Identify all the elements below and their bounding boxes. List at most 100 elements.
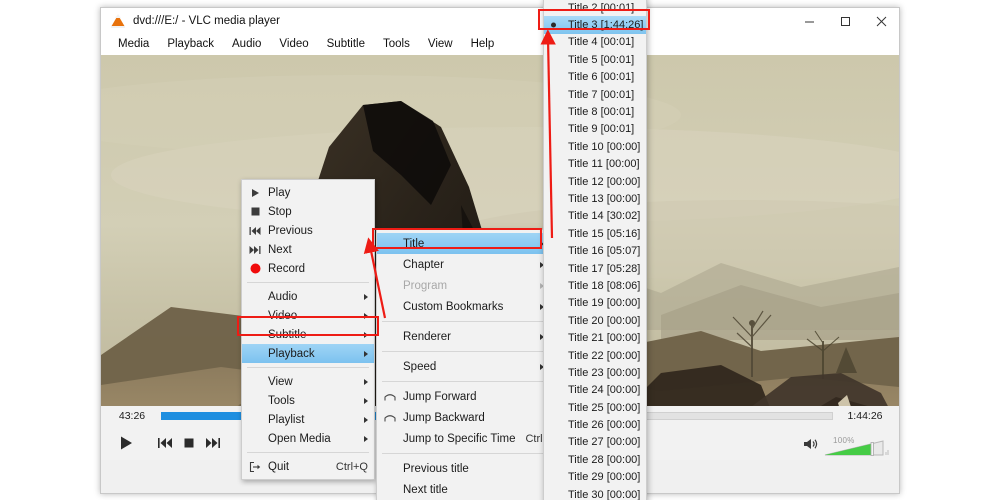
title-list-item-selected[interactable]: Title 3 [1:44:26] [544,16,646,34]
context-menu-item-playlist[interactable]: Playlist [242,410,374,429]
context-menu-item-record[interactable]: Record [242,259,374,278]
title-list-item[interactable]: Title 28 [00:00] [544,451,646,468]
title-list-item[interactable]: Title 26 [00:00] [544,416,646,433]
title-list-item[interactable]: Title 9 [00:01] [544,121,646,138]
title-list-item[interactable]: Title 14 [30:02] [544,208,646,225]
context-menu-item-play[interactable]: Play [242,183,374,202]
title-list-item[interactable]: Title 4 [00:01] [544,34,646,51]
playback-submenu-label: Custom Bookmarks [403,300,504,313]
title-list-item[interactable]: Title 30 [00:00] [544,486,646,500]
title-list-label: Title 15 [05:16] [568,227,641,240]
title-list-item[interactable]: Title 10 [00:00] [544,138,646,155]
title-list-item[interactable]: Title 11 [00:00] [544,156,646,173]
title-list-label: Title 30 [00:00] [568,488,641,500]
title-list-label: Title 24 [00:00] [568,384,641,397]
elapsed-time-label[interactable]: 43:26 [109,410,155,422]
context-menu-label: Video [268,309,298,322]
playback-submenu-item-jump-backward[interactable]: Jump Backward [377,407,550,428]
title-list-item[interactable]: Title 12 [00:00] [544,173,646,190]
title-list-item[interactable]: Title 8 [00:01] [544,103,646,120]
playback-submenu-item-jump-to-time[interactable]: Jump to Specific Time Ctrl+T [377,428,556,449]
title-list-label: Title 20 [00:00] [568,314,641,327]
menu-audio[interactable]: Audio [223,36,270,52]
title-list-label: Title 2 [00:01] [568,1,635,14]
title-list-item[interactable]: Title 27 [00:00] [544,434,646,451]
menu-subtitle[interactable]: Subtitle [318,36,374,52]
context-menu-item-previous[interactable]: Previous [242,221,374,240]
total-time-label[interactable]: 1:44:26 [839,410,891,422]
video-context-menu[interactable]: Play Stop Previous Next Record Audio Vid… [241,179,375,480]
play-button[interactable] [110,430,142,456]
menu-media[interactable]: Media [109,36,158,52]
radio-selected-icon [551,22,556,28]
title-list-item[interactable]: Title 7 [00:01] [544,86,646,103]
context-menu-item-next[interactable]: Next [242,240,374,259]
title-list-item[interactable]: Title 15 [05:16] [544,225,646,242]
maximize-button[interactable] [827,8,863,34]
title-list-item[interactable]: Title 5 [00:01] [544,51,646,68]
stop-button[interactable] [178,432,200,454]
speaker-icon[interactable] [803,437,819,456]
title-bar: dvd:///E:/ - VLC media player [101,8,899,34]
context-menu-item-view[interactable]: View [242,372,374,391]
volume-slider[interactable]: 100% [823,436,889,457]
title-list-item[interactable]: Title 24 [00:00] [544,382,646,399]
context-menu-item-quit[interactable]: Quit Ctrl+Q [242,457,374,476]
title-list-label: Title 16 [05:07] [568,245,641,258]
title-list-item[interactable]: Title 17 [05:28] [544,260,646,277]
context-menu-item-audio[interactable]: Audio [242,287,374,306]
playback-submenu-item-custom-bookmarks[interactable]: Custom Bookmarks [377,296,550,317]
playback-submenu[interactable]: Title Chapter Program Custom Bookmarks R… [376,229,556,500]
close-button[interactable] [863,8,899,34]
title-list-item[interactable]: Title 13 [00:00] [544,190,646,207]
minimize-button[interactable] [791,8,827,34]
title-list-item[interactable]: Title 20 [00:00] [544,312,646,329]
playback-submenu-item-title[interactable]: Title [377,233,550,254]
context-menu-item-playback[interactable]: Playback [242,344,374,363]
previous-button[interactable] [154,432,176,454]
title-list-item[interactable]: Title 25 [00:00] [544,399,646,416]
playback-submenu-item-next-title[interactable]: Next title [377,479,550,500]
title-list-item-clipped[interactable]: Title 2 [00:01] [544,0,646,16]
jump-forward-icon [382,389,398,405]
title-list-label: Title 28 [00:00] [568,453,641,466]
playback-submenu-item-renderer[interactable]: Renderer [377,326,550,347]
title-list-item[interactable]: Title 23 [00:00] [544,364,646,381]
volume-control[interactable]: 100% [803,436,889,457]
context-menu-item-tools[interactable]: Tools [242,391,374,410]
next-button[interactable] [202,432,224,454]
title-list-item[interactable]: Title 6 [00:01] [544,69,646,86]
title-list-item[interactable]: Title 18 [08:06] [544,277,646,294]
title-list-item[interactable]: Title 19 [00:00] [544,295,646,312]
playback-submenu-label: Renderer [403,330,451,343]
context-menu-item-subtitle[interactable]: Subtitle [242,325,374,344]
title-list-submenu[interactable]: Title 2 [00:01] Title 3 [1:44:26] Title … [543,0,647,500]
context-menu-item-stop[interactable]: Stop [242,202,374,221]
title-list-item[interactable]: Title 16 [05:07] [544,242,646,259]
title-list-item[interactable]: Title 21 [00:00] [544,329,646,346]
context-menu-item-video[interactable]: Video [242,306,374,325]
context-menu-label: Audio [268,290,298,303]
menu-playback[interactable]: Playback [158,36,223,52]
window-controls [791,8,899,34]
record-icon [247,261,263,277]
title-list-label: Title 11 [00:00] [568,158,640,171]
context-menu-label: Previous [268,224,313,237]
playback-submenu-item-speed[interactable]: Speed [377,356,550,377]
playback-submenu-item-chapter[interactable]: Chapter [377,254,550,275]
menu-separator [247,452,369,453]
chevron-right-icon [364,312,368,319]
playback-submenu-label: Title [403,237,425,250]
title-list-item[interactable]: Title 22 [00:00] [544,347,646,364]
playback-submenu-item-jump-forward[interactable]: Jump Forward [377,386,550,407]
menu-view[interactable]: View [419,36,462,52]
menu-separator [247,282,369,283]
context-menu-label: Open Media [268,432,331,445]
title-list-item[interactable]: Title 29 [00:00] [544,469,646,486]
menu-video[interactable]: Video [270,36,317,52]
playback-submenu-item-previous-title[interactable]: Previous title [377,458,550,479]
menu-help[interactable]: Help [462,36,504,52]
menu-tools[interactable]: Tools [374,36,419,52]
menu-separator [382,351,545,352]
context-menu-item-open-media[interactable]: Open Media [242,429,374,448]
